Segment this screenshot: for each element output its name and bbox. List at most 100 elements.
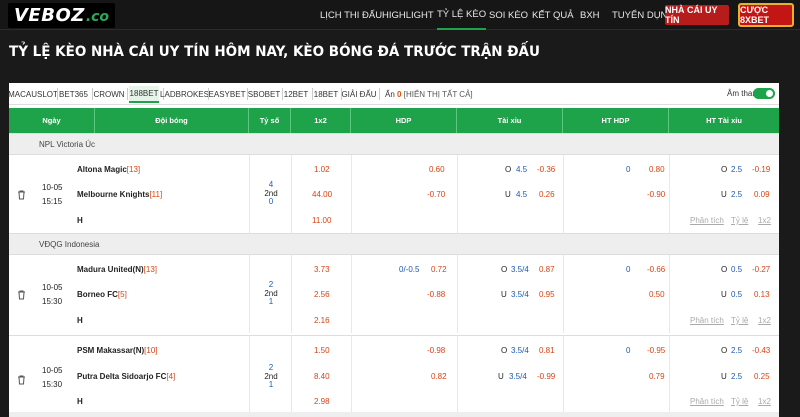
site-logo[interactable]: VEBOZ.co [8,2,116,28]
hdp-home-odd[interactable]: 0.72 [431,265,447,274]
odds-link[interactable]: Tỷ lệ [731,397,748,406]
tab-12bet[interactable]: 12BET [284,87,308,101]
away-team[interactable]: Melbourne Knights[11] [77,190,162,199]
htou-away-side: U [721,290,727,299]
odds-1x2-away[interactable]: 2.56 [314,290,330,299]
ou-home-odd[interactable]: 0.81 [539,346,555,355]
htou-home-odd[interactable]: -0.19 [752,165,770,174]
odds-1x2-away[interactable]: 44.00 [312,190,332,199]
htou-away-line: 2.5 [731,190,743,199]
match-row[interactable]: 10-05 15:15 Altona Magic[13] Melbourne K… [9,155,779,233]
odds-1x2-home[interactable]: 1.50 [314,346,330,355]
home-team[interactable]: PSM Makassar(N)[10] [77,346,157,355]
tab-18bet[interactable]: 18BET [314,87,338,101]
nav-bxh[interactable]: BXH [580,0,600,30]
home-team[interactable]: Altona Magic[13] [77,165,140,174]
nav-soi-keo[interactable]: SOI KÈO [489,0,528,30]
col-hdp: HDP [351,108,457,133]
odds-1x2-away[interactable]: 8.40 [314,372,330,381]
x12-link[interactable]: 1x2 [758,316,771,325]
htou-home-side: O [721,265,728,274]
show-all-link[interactable]: [HIỂN THỊ TẤT CẢ] [404,90,473,99]
odds-1x2-draw[interactable]: 11.00 [312,216,331,225]
home-team[interactable]: Madura United(N)[13] [77,265,157,274]
col-divider [351,155,352,233]
live-score: 2 2nd 1 [261,363,281,390]
draw-label: H [77,397,83,406]
odds-1x2-home[interactable]: 1.02 [314,165,330,174]
ou-away-line: 4.5 [516,190,528,199]
away-team[interactable]: Borneo FC[5] [77,290,127,299]
tab-sbobet[interactable]: SBOBET [248,87,280,101]
odds-link[interactable]: Tỷ lệ [731,216,748,225]
away-team[interactable]: Putra Delta Sidoarjo FC[4] [77,372,175,381]
ou-away-odd[interactable]: 0.95 [539,290,555,299]
hthdp-away-odd[interactable]: -0.90 [647,190,665,199]
live-score: 2 2nd 1 [261,280,281,307]
match-row[interactable]: 10-05 15:30 Madura United(N)[13] Borneo … [9,255,779,333]
cuoc-8xbet-button[interactable]: CƯỢC 8XBET [738,3,794,27]
trash-icon[interactable] [17,375,26,385]
ou-away-odd[interactable]: 0.26 [539,190,555,199]
ou-home-side: O [501,346,508,355]
hthdp-away-odd[interactable]: 0.79 [649,372,665,381]
htou-home-side: O [721,165,728,174]
hdp-away-odd[interactable]: 0.82 [431,372,447,381]
nav-highlight[interactable]: HIGHLIGHT [382,0,434,30]
tab-ladbrokes[interactable]: LADBROKES [160,87,209,101]
hdp-away-odd[interactable]: -0.70 [427,190,445,199]
hdp-home-odd[interactable]: -0.98 [427,346,445,355]
htou-away-odd[interactable]: 0.13 [754,290,770,299]
hthdp-away-odd[interactable]: 0.50 [649,290,665,299]
col-divider [291,155,292,233]
analysis-link[interactable]: Phân tích [690,397,724,406]
odds-1x2-draw[interactable]: 2.16 [314,316,330,325]
hthdp-home-odd[interactable]: -0.95 [647,346,665,355]
score-away: 1 [268,297,274,306]
col-divider [669,155,670,233]
odds-link[interactable]: Tỷ lệ [731,316,748,325]
tab-easybet[interactable]: EASYBET [209,87,246,101]
league-header: VĐQG Indonesia [9,233,779,255]
odds-1x2-draw[interactable]: 2.98 [314,397,330,406]
htou-home-odd[interactable]: -0.43 [752,346,770,355]
ou-home-odd[interactable]: -0.36 [537,165,555,174]
x12-link[interactable]: 1x2 [758,216,771,225]
col-divider [563,255,564,333]
htou-away-odd[interactable]: 0.25 [754,372,770,381]
hdp-home-odd[interactable]: 0.60 [429,165,445,174]
home-team-name: Altona Magic [77,165,127,174]
home-rank: [10] [144,346,158,355]
analysis-link[interactable]: Phân tích [690,216,724,225]
hdp-away-odd[interactable]: -0.88 [427,290,445,299]
hthdp-home-odd[interactable]: -0.66 [647,265,665,274]
odds-1x2-home[interactable]: 3.73 [314,265,330,274]
col-divider [291,255,292,333]
tab-bet365[interactable]: BET365 [59,87,88,101]
col-divider [291,336,292,413]
analysis-link[interactable]: Phân tích [690,316,724,325]
hthdp-home-odd[interactable]: 0.80 [649,165,665,174]
ou-away-side: U [505,190,511,199]
tab-crown[interactable]: CROWN [93,87,124,101]
col-teams: Đội bóng [95,108,249,133]
col-score: Tỷ số [249,108,291,133]
tab-giai-dau[interactable]: GIẢI ĐẤU [341,87,376,101]
tab-188bet[interactable]: 188BET [129,86,159,103]
nav-ty-le-keo[interactable]: TỶ LỆ KÈO [437,0,487,30]
trash-icon[interactable] [17,290,26,300]
nav-ket-qua[interactable]: KẾT QUẢ [532,0,574,30]
htou-home-odd[interactable]: -0.27 [752,265,770,274]
tab-macauslot[interactable]: MACAUSLOT [8,87,58,101]
trash-icon[interactable] [17,190,26,200]
ou-away-odd[interactable]: -0.99 [537,372,555,381]
nha-cai-uy-tin-button[interactable]: NHÀ CÁI UY TÍN [665,5,729,25]
x12-link[interactable]: 1x2 [758,397,771,406]
match-row[interactable]: 10-05 15:30 PSM Makassar(N)[10] Putra De… [9,335,779,413]
nav-lich-thi-dau[interactable]: LỊCH THI ĐẤU [320,0,382,30]
ou-home-odd[interactable]: 0.87 [539,265,555,274]
col-tai-xiu: Tài xỉu [457,108,563,133]
sound-toggle[interactable] [753,88,775,99]
away-rank: [4] [166,372,176,381]
htou-away-odd[interactable]: 0.09 [754,190,770,199]
